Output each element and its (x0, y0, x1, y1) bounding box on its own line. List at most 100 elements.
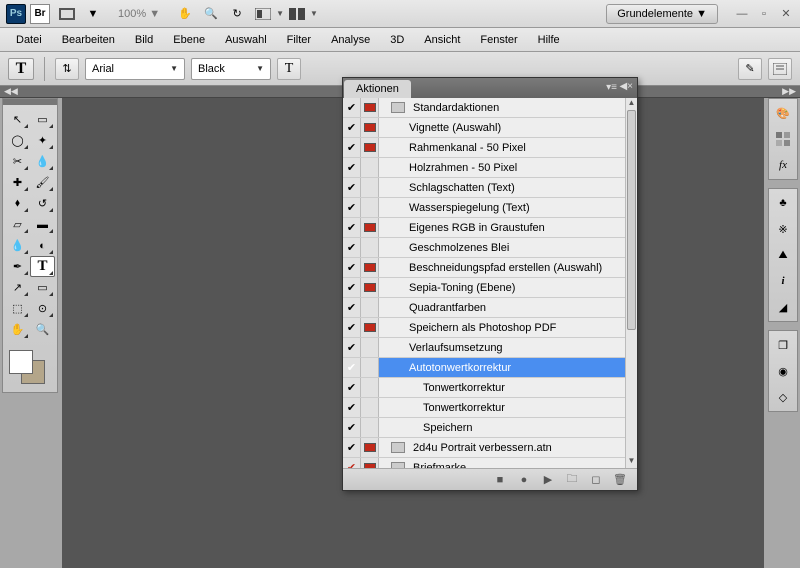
disclosure-triangle-icon[interactable] (393, 284, 405, 292)
dodge-tool[interactable]: ◐ (30, 235, 55, 256)
gradient-tool[interactable]: ▬ (30, 214, 55, 235)
action-row[interactable]: ✔Rahmenkanal - 50 Pixel (343, 138, 637, 158)
action-toggle-checkbox[interactable]: ✔ (343, 178, 361, 197)
action-row[interactable]: ✔Beschneidungspfad erstellen (Auswahl) (343, 258, 637, 278)
menu-bearbeiten[interactable]: Bearbeiten (52, 30, 125, 50)
close-button[interactable]: ✕ (778, 7, 794, 21)
actions-tab[interactable]: Aktionen (344, 80, 411, 98)
zoom-tool[interactable]: 🔍 (30, 319, 55, 340)
action-row[interactable]: ✔Sepia-Toning (Ebene) (343, 278, 637, 298)
new-set-button[interactable]: 🗀 (565, 473, 579, 487)
character-panel-icon[interactable] (768, 58, 792, 80)
disclosure-triangle-icon[interactable] (393, 304, 405, 312)
action-toggle-checkbox[interactable]: ✔ (343, 198, 361, 217)
bridge-icon[interactable]: Br (30, 4, 50, 24)
action-toggle-checkbox[interactable]: ✔ (343, 298, 361, 317)
panel-menu-icon[interactable]: ▾≡ (606, 82, 617, 93)
marquee-tool[interactable]: ▭ (30, 109, 55, 130)
type-tool[interactable]: T (30, 256, 55, 277)
action-dialog-toggle[interactable] (361, 218, 379, 237)
zoom-level[interactable]: 100% ▼ (118, 8, 160, 20)
action-row[interactable]: ✔Schlagschatten (Text) (343, 178, 637, 198)
disclosure-triangle-icon[interactable] (393, 362, 405, 373)
action-dialog-toggle[interactable] (361, 398, 379, 417)
action-dialog-toggle[interactable] (361, 358, 379, 377)
action-toggle-checkbox[interactable]: ✔ (343, 138, 361, 157)
action-toggle-checkbox[interactable]: ✔ (343, 218, 361, 237)
font-style-select[interactable]: Black▼ (191, 58, 271, 80)
disclosure-triangle-icon[interactable] (379, 444, 391, 452)
clone-source-panel-icon[interactable]: ※ (772, 218, 794, 240)
action-dialog-toggle[interactable] (361, 338, 379, 357)
record-button[interactable]: ● (517, 473, 531, 487)
disclosure-triangle-icon[interactable] (393, 204, 405, 212)
action-dialog-toggle[interactable] (361, 318, 379, 337)
action-toggle-checkbox[interactable]: ✔ (343, 158, 361, 177)
disclosure-triangle-icon[interactable] (393, 224, 405, 232)
action-toggle-checkbox[interactable]: ✔ (343, 378, 361, 397)
move-tool[interactable]: ↖ (5, 109, 30, 130)
brushes-panel-icon[interactable]: ♣ (772, 192, 794, 214)
action-toggle-checkbox[interactable]: ✔ (343, 438, 361, 457)
eraser-tool[interactable]: ▱ (5, 214, 30, 235)
action-toggle-checkbox[interactable]: ✔ (343, 118, 361, 137)
styles-panel-icon[interactable]: fx (772, 154, 794, 176)
action-row[interactable]: ✔Tonwertkorrektur (343, 398, 637, 418)
action-toggle-checkbox[interactable]: ✔ (343, 278, 361, 297)
history-brush-tool[interactable]: ↺ (30, 193, 55, 214)
action-dialog-toggle[interactable] (361, 178, 379, 197)
disclosure-triangle-icon[interactable] (407, 424, 419, 432)
disclosure-triangle-icon[interactable] (393, 124, 405, 132)
action-dialog-toggle[interactable] (361, 418, 379, 437)
action-row[interactable]: ✔Standardaktionen (343, 98, 637, 118)
color-panel-icon[interactable]: 🎨 (772, 102, 794, 124)
path-selection-tool[interactable]: ↗ (5, 277, 30, 298)
hand-tool[interactable]: ✋ (5, 319, 30, 340)
panel-close-icon[interactable]: ◀× (619, 81, 633, 92)
menu-3d[interactable]: 3D (380, 30, 414, 50)
info-panel-icon[interactable]: i (772, 270, 794, 292)
healing-brush-tool[interactable]: ✚ (5, 172, 30, 193)
3d-rotate-tool[interactable]: ⬚ (5, 298, 30, 319)
font-size-icon[interactable]: T (277, 58, 301, 80)
photoshop-icon[interactable]: Ps (6, 4, 26, 24)
action-dialog-toggle[interactable] (361, 298, 379, 317)
brush-tool[interactable]: 🖌 (30, 172, 55, 193)
disclosure-triangle-icon[interactable] (379, 464, 391, 469)
disclosure-triangle-icon[interactable] (393, 264, 405, 272)
paths-panel-icon[interactable]: ◇ (772, 386, 794, 408)
font-family-select[interactable]: Arial▼ (85, 58, 185, 80)
actions-scrollbar[interactable]: ▲ ▼ (625, 98, 637, 468)
play-button[interactable]: ▶ (541, 473, 555, 487)
delete-button[interactable]: 🗑 (613, 473, 627, 487)
pen-tool[interactable]: ✒ (5, 256, 30, 277)
menu-fenster[interactable]: Fenster (470, 30, 527, 50)
action-toggle-checkbox[interactable]: ✔ (343, 238, 361, 257)
disclosure-triangle-icon[interactable] (393, 144, 405, 152)
action-dialog-toggle[interactable] (361, 238, 379, 257)
action-dialog-toggle[interactable] (361, 378, 379, 397)
action-row[interactable]: ✔Quadrantfarben (343, 298, 637, 318)
action-row[interactable]: ✔2d4u Portrait verbessern.atn (343, 438, 637, 458)
eyedropper-tool[interactable]: 💧 (30, 151, 55, 172)
disclosure-triangle-icon[interactable] (393, 244, 405, 252)
channels-panel-icon[interactable]: ◉ (772, 360, 794, 382)
disclosure-triangle-icon[interactable] (393, 164, 405, 172)
action-row[interactable]: ✔Verlaufsumsetzung (343, 338, 637, 358)
minimize-button[interactable]: — (734, 7, 750, 21)
menu-filter[interactable]: Filter (277, 30, 321, 50)
lasso-tool[interactable]: ◯ (5, 130, 30, 151)
action-row[interactable]: ✔Vignette (Auswahl) (343, 118, 637, 138)
text-orientation-icon[interactable]: ⇅ (55, 58, 79, 80)
menu-hilfe[interactable]: Hilfe (528, 30, 570, 50)
menu-analyse[interactable]: Analyse (321, 30, 380, 50)
action-row[interactable]: ✔Holzrahmen - 50 Pixel (343, 158, 637, 178)
action-dialog-toggle[interactable] (361, 278, 379, 297)
clone-stamp-tool[interactable]: ⬧ (5, 193, 30, 214)
disclosure-triangle-icon[interactable] (407, 384, 419, 392)
action-toggle-checkbox[interactable]: ✔ (343, 338, 361, 357)
action-toggle-checkbox[interactable]: ✔ (343, 318, 361, 337)
action-dialog-toggle[interactable] (361, 438, 379, 457)
shape-tool[interactable]: ▭ (30, 277, 55, 298)
zoom-tool-icon[interactable]: 🔍 (199, 3, 223, 25)
